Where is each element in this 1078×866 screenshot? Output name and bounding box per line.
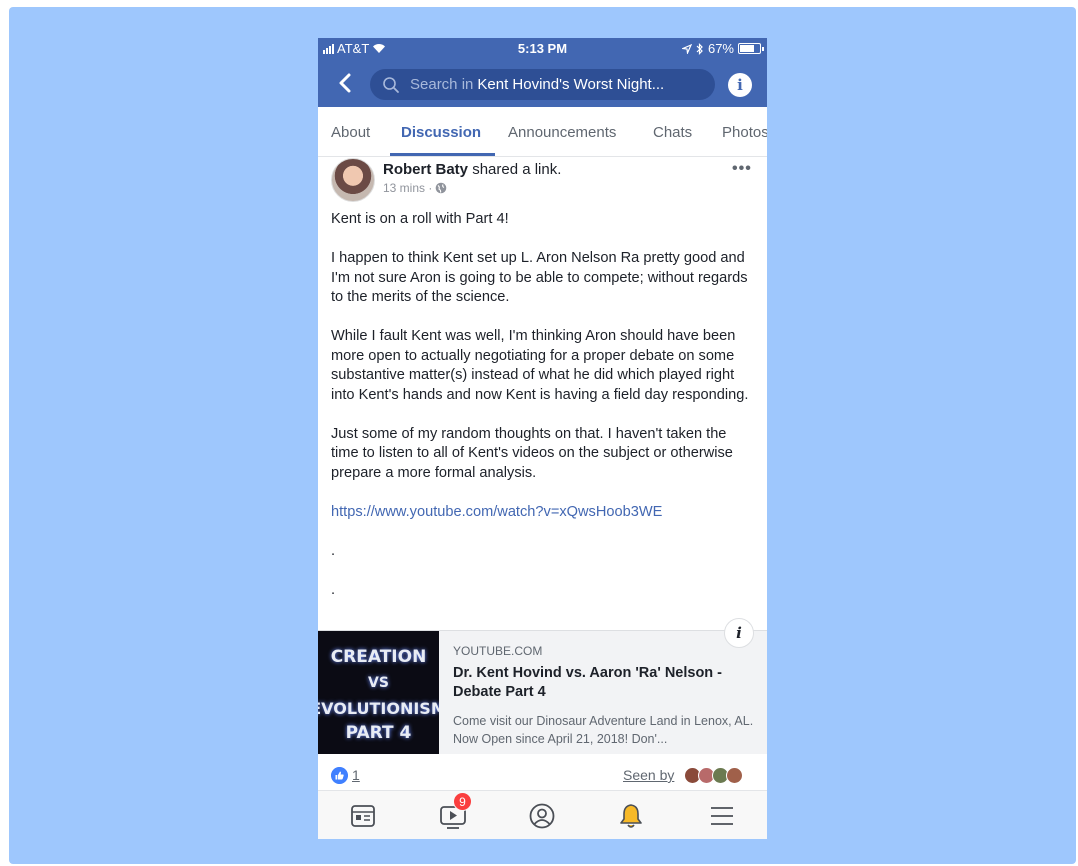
like-count[interactable]: 1 bbox=[352, 767, 360, 783]
search-placeholder: Search in bbox=[410, 76, 474, 93]
watch-badge: 9 bbox=[453, 792, 472, 811]
active-tab-indicator bbox=[390, 153, 495, 156]
menu-icon[interactable] bbox=[707, 801, 737, 831]
link-info-icon[interactable]: i bbox=[724, 618, 754, 648]
post-time[interactable]: 13 mins · bbox=[383, 181, 432, 195]
post-paragraph: Just some of my random thoughts on that.… bbox=[331, 425, 733, 481]
profile-icon[interactable] bbox=[527, 801, 557, 831]
post-action: shared a link. bbox=[472, 161, 562, 178]
thumbnail-line: CREATION bbox=[330, 647, 427, 667]
post-paragraph: While I fault Kent was well, I'm thinkin… bbox=[331, 328, 749, 403]
search-input[interactable]: Search in Kent Hovind's Worst Night... bbox=[370, 69, 715, 100]
post-dot: . bbox=[331, 542, 336, 559]
tab-discussion[interactable]: Discussion bbox=[401, 124, 481, 141]
header-bar: AT&T 5:13 PM 67% Search in Kent Hovind's… bbox=[318, 38, 767, 107]
group-tabs: About Discussion Announcements Chats Pho… bbox=[318, 107, 767, 157]
thumbnail-line: VS bbox=[368, 675, 389, 691]
tab-about[interactable]: About bbox=[331, 124, 370, 141]
post-dot: . bbox=[331, 581, 336, 598]
battery-percent: 67% bbox=[707, 41, 734, 56]
link-preview-card[interactable]: CREATION VS EVOLUTIONISM PART 4 YOUTUBE.… bbox=[318, 630, 767, 754]
seen-by-link[interactable]: Seen by bbox=[623, 767, 674, 783]
status-right: 67% bbox=[681, 41, 764, 56]
watch-tab[interactable]: 9 bbox=[438, 792, 472, 831]
globe-icon bbox=[436, 182, 447, 194]
info-icon[interactable]: i bbox=[728, 73, 752, 97]
link-description: Come visit our Dinosaur Adventure Land i… bbox=[453, 714, 754, 746]
link-title[interactable]: Dr. Kent Hovind vs. Aaron 'Ra' Nelson - … bbox=[453, 664, 753, 702]
notifications-icon[interactable] bbox=[616, 801, 646, 831]
post-body: Kent is on a roll with Part 4! I happen … bbox=[331, 210, 756, 600]
status-bar: AT&T 5:13 PM 67% bbox=[318, 38, 767, 60]
tab-chats[interactable]: Chats bbox=[653, 124, 692, 141]
battery-icon bbox=[738, 43, 764, 54]
post-meta: 13 mins · bbox=[383, 181, 447, 195]
link-source: YOUTUBE.COM bbox=[453, 644, 543, 658]
search-group-name: Kent Hovind's Worst Night... bbox=[477, 76, 665, 93]
thumbnail-line: EVOLUTIONISM bbox=[318, 699, 439, 718]
like-icon[interactable] bbox=[331, 767, 348, 784]
phone-screen: AT&T 5:13 PM 67% Search in Kent Hovind's… bbox=[318, 38, 767, 839]
tab-announcements[interactable]: Announcements bbox=[508, 124, 616, 141]
news-feed-icon[interactable] bbox=[348, 801, 378, 831]
seen-by-avatars[interactable] bbox=[684, 767, 743, 784]
location-icon bbox=[681, 43, 692, 54]
post-paragraph: Kent is on a roll with Part 4! bbox=[331, 211, 509, 227]
bottom-nav: 9 bbox=[318, 790, 767, 839]
video-thumbnail[interactable]: CREATION VS EVOLUTIONISM PART 4 bbox=[318, 631, 439, 754]
avatar[interactable] bbox=[331, 158, 375, 202]
post-paragraph: I happen to think Kent set up L. Aron Ne… bbox=[331, 250, 748, 305]
thumbnail-line: PART 4 bbox=[345, 723, 412, 743]
post-author-line: Robert Baty shared a link. bbox=[383, 161, 561, 178]
more-icon[interactable]: ••• bbox=[732, 160, 752, 178]
search-icon bbox=[383, 76, 399, 93]
bluetooth-icon bbox=[696, 42, 703, 55]
post-author[interactable]: Robert Baty bbox=[383, 161, 468, 178]
avatar bbox=[726, 767, 743, 784]
post-link[interactable]: https://www.youtube.com/watch?v=xQwsHoob… bbox=[331, 503, 756, 523]
back-arrow-icon[interactable] bbox=[336, 71, 356, 95]
tab-photos[interactable]: Photos bbox=[722, 124, 767, 141]
